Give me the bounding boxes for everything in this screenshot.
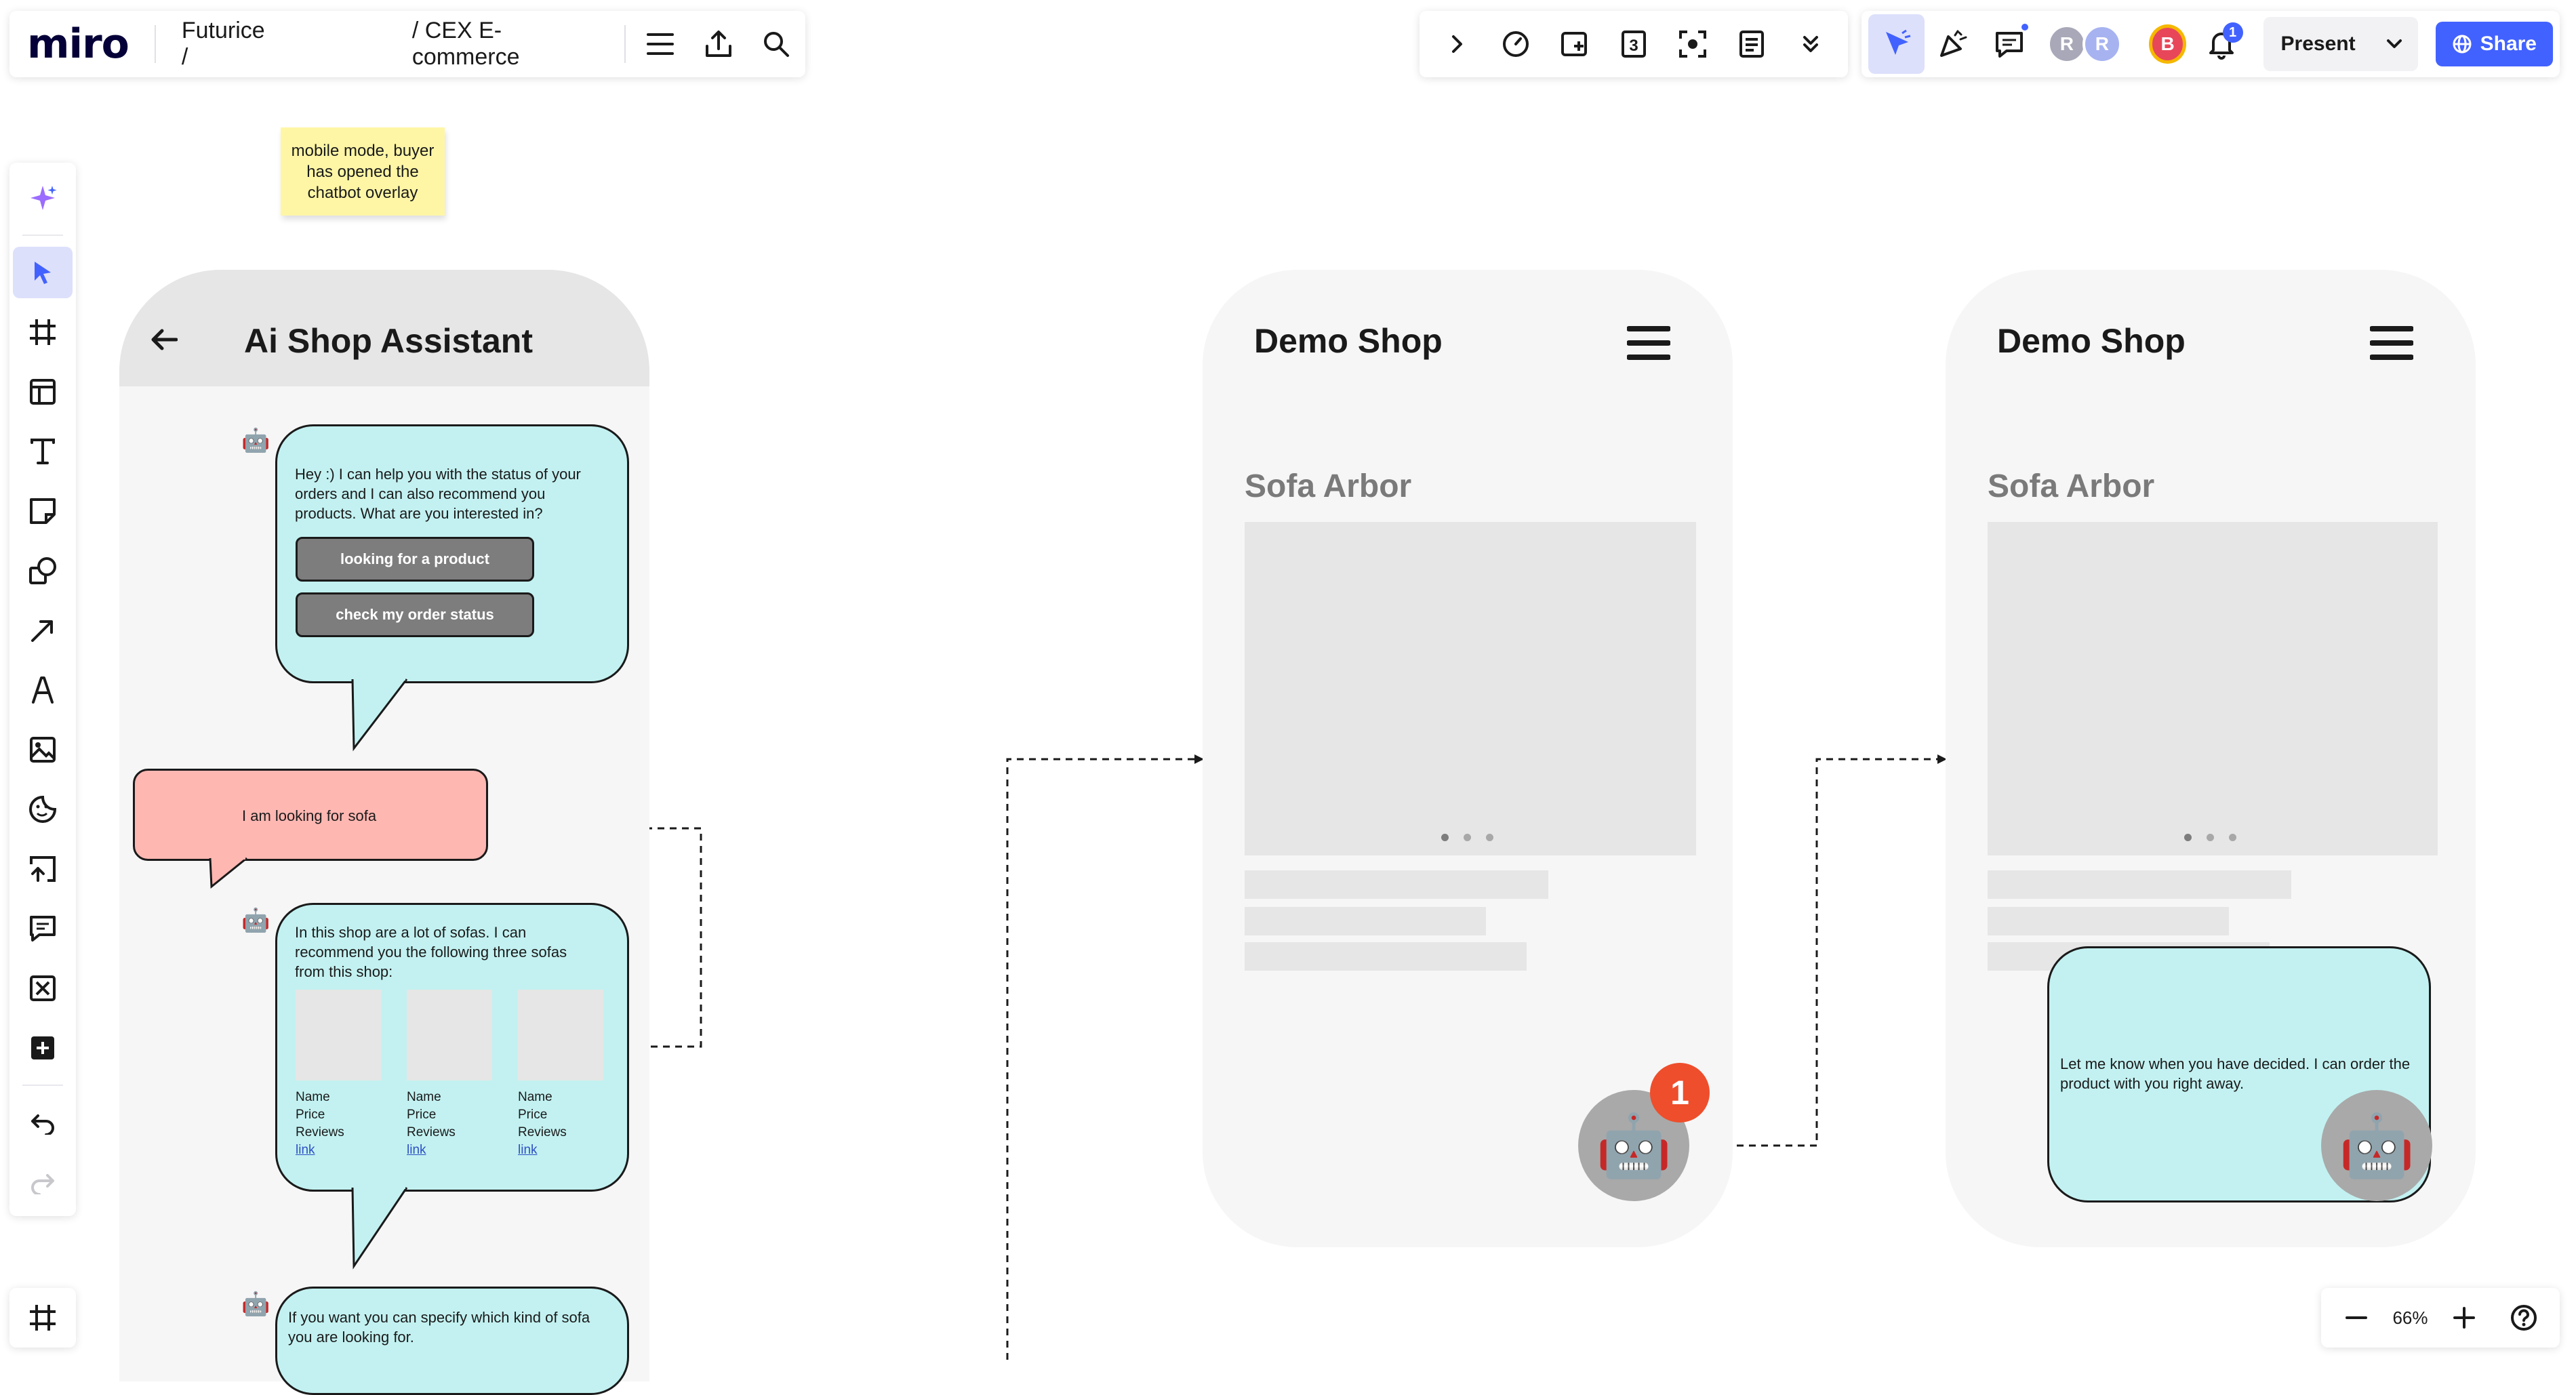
- bot-avatar-icon: 🤖: [241, 428, 270, 453]
- text-line-placeholder: [1988, 870, 2291, 899]
- chatbot-unread-badge: 1: [1650, 1063, 1710, 1123]
- product-link[interactable]: link: [518, 1141, 603, 1159]
- text-line-placeholder: [1245, 870, 1548, 899]
- bot-message-text: Hey :) I can help you with the status of…: [295, 466, 581, 522]
- bubble-tail: [209, 857, 247, 889]
- bot-avatar-icon: 🤖: [241, 908, 270, 933]
- product-image-placeholder: [296, 990, 381, 1080]
- product-link[interactable]: link: [296, 1141, 381, 1159]
- product-card[interactable]: Name Price Reviews link: [407, 990, 492, 1159]
- user-message-text: I am looking for sofa: [242, 807, 377, 824]
- product-image-placeholder: [518, 990, 603, 1080]
- user-message: I am looking for sofa: [133, 769, 488, 861]
- bubble-tail: [351, 1186, 408, 1270]
- carousel-dot[interactable]: [2229, 834, 2236, 841]
- product-name: Name: [407, 1090, 441, 1104]
- product-price: Price: [407, 1108, 437, 1122]
- bot-message-specify: If you want you can specify which kind o…: [275, 1287, 629, 1395]
- robot-icon: 🤖: [1595, 1112, 1672, 1180]
- chatbot-launcher-button[interactable]: 🤖: [2321, 1090, 2432, 1201]
- product-price: Price: [518, 1108, 548, 1122]
- product-reviews: Reviews: [407, 1125, 456, 1139]
- hamburger-menu-icon[interactable]: [1626, 325, 1671, 364]
- bot-message-text: In this shop are a lot of sofas. I can r…: [295, 924, 567, 980]
- text-line-placeholder: [1988, 907, 2229, 935]
- hamburger-menu-icon[interactable]: [2369, 325, 2414, 364]
- product-link[interactable]: link: [407, 1141, 492, 1159]
- product-price: Price: [296, 1108, 325, 1122]
- carousel-dot[interactable]: [1464, 834, 1471, 841]
- robot-icon: 🤖: [2338, 1112, 2415, 1180]
- bot-avatar-icon: 🤖: [241, 1291, 270, 1317]
- product-image-placeholder: [407, 990, 492, 1080]
- chatbot-overlay-text: Let me know when you have decided. I can…: [2060, 1055, 2411, 1092]
- product-reviews: Reviews: [518, 1125, 567, 1139]
- product-image-placeholder: [1245, 522, 1696, 855]
- bubble-tail: [351, 678, 408, 752]
- connector-to-shop-screen-1[interactable]: [1006, 754, 1204, 1360]
- shop-title: Demo Shop: [1997, 322, 2186, 360]
- carousel-dot[interactable]: [1486, 834, 1493, 841]
- product-reviews: Reviews: [296, 1125, 344, 1139]
- product-card[interactable]: Name Price Reviews link: [518, 990, 603, 1159]
- product-title: Sofa Arbor: [1245, 468, 1412, 504]
- carousel-dot[interactable]: [2207, 834, 2214, 841]
- product-image-placeholder: [1988, 522, 2438, 855]
- carousel-dots[interactable]: [1441, 834, 1493, 841]
- carousel-dot[interactable]: [1441, 834, 1449, 841]
- option-check-order-status-button[interactable]: check my order status: [296, 592, 534, 637]
- assistant-title: Ai Shop Assistant: [244, 322, 533, 360]
- carousel-dots[interactable]: [2184, 834, 2236, 841]
- text-line-placeholder: [1245, 942, 1527, 971]
- product-name: Name: [296, 1090, 330, 1104]
- product-name: Name: [518, 1090, 552, 1104]
- bot-message-text: If you want you can specify which kind o…: [288, 1309, 590, 1346]
- text-line-placeholder: [1245, 907, 1486, 935]
- back-arrow-icon[interactable]: [150, 328, 178, 355]
- product-card[interactable]: Name Price Reviews link: [296, 990, 381, 1159]
- carousel-dot[interactable]: [2184, 834, 2192, 841]
- shop-title: Demo Shop: [1254, 322, 1443, 360]
- option-looking-for-product-button[interactable]: looking for a product: [296, 537, 534, 582]
- product-title: Sofa Arbor: [1988, 468, 2155, 504]
